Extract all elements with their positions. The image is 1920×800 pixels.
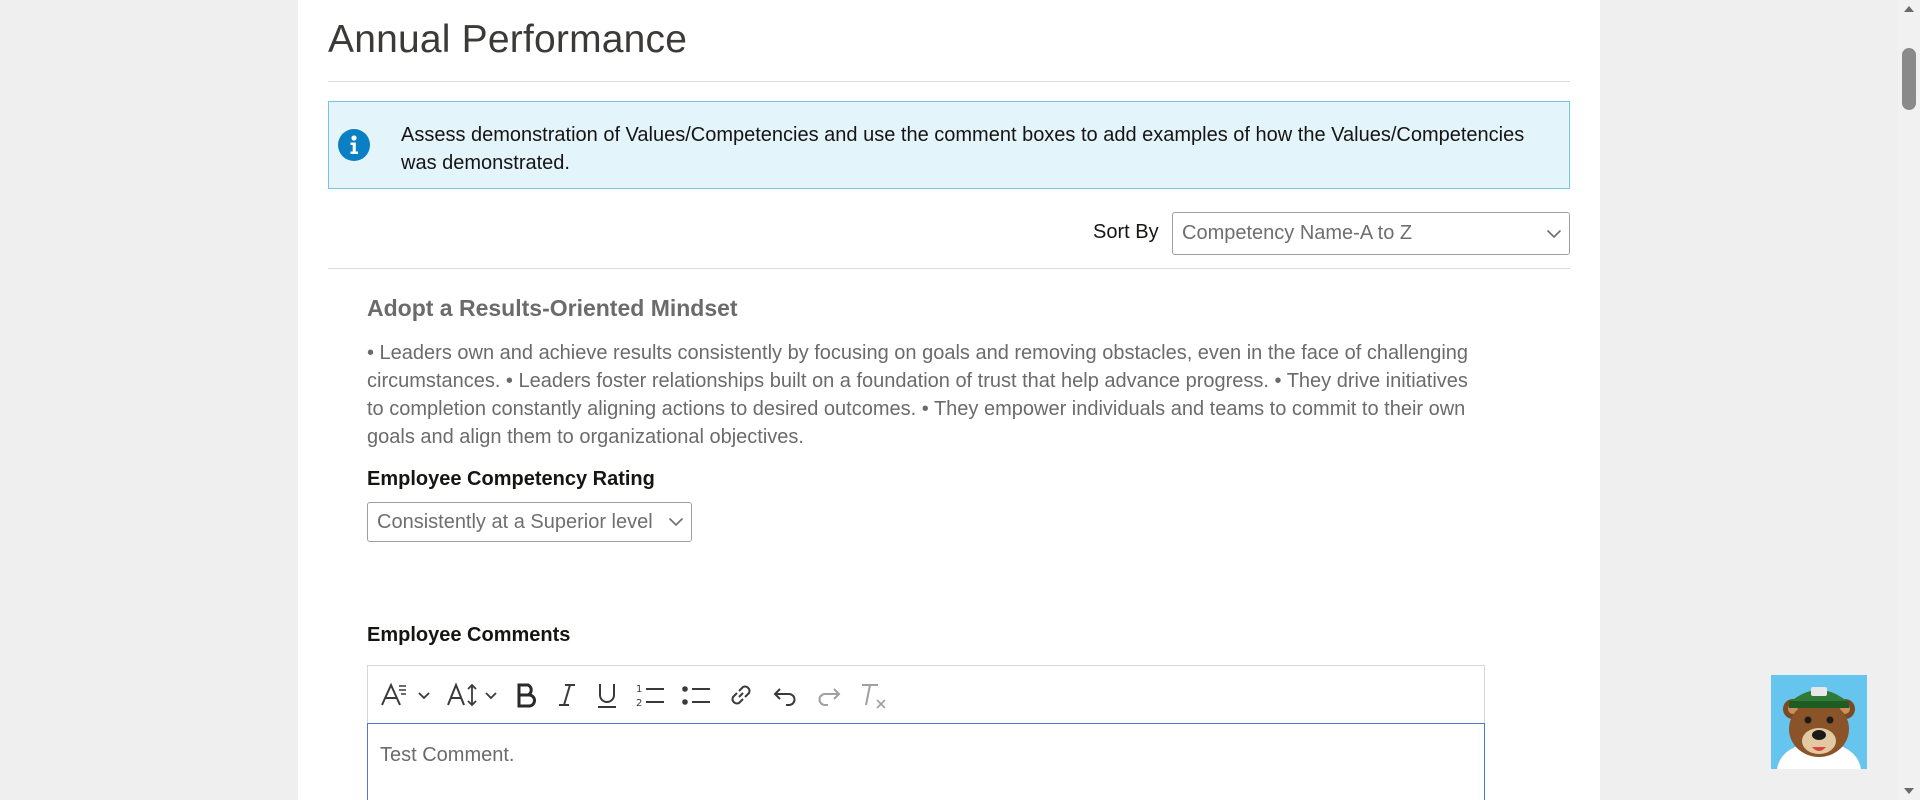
- scrollbar-thumb[interactable]: [1902, 48, 1916, 110]
- sort-by-label: Sort By: [1093, 221, 1159, 243]
- assistant-bear-mascot[interactable]: [1771, 675, 1867, 769]
- italic-icon: [559, 683, 575, 706]
- svg-text:2: 2: [636, 698, 642, 709]
- rating-label: Employee Competency Rating: [367, 468, 655, 490]
- scroll-up-arrow-icon[interactable]: [1898, 0, 1920, 18]
- section-divider: [328, 268, 1570, 269]
- numbered-list-button[interactable]: 1 2: [634, 675, 666, 715]
- competency-rating-select[interactable]: Consistently at a Superior level: [367, 502, 692, 542]
- chevron-down-icon: [661, 503, 691, 541]
- bulleted-list-icon: [682, 685, 710, 705]
- underline-button[interactable]: [594, 675, 620, 715]
- font-size-button[interactable]: [446, 675, 500, 715]
- numbered-list-icon: 1 2: [636, 684, 664, 709]
- font-family-button[interactable]: [380, 675, 432, 715]
- employee-comments-editor[interactable]: Test Comment.: [367, 723, 1485, 800]
- vertical-scrollbar[interactable]: [1898, 0, 1920, 800]
- redo-button[interactable]: [814, 675, 844, 715]
- info-message-box: Assess demonstration of Values/Competenc…: [328, 101, 1570, 189]
- font-size-icon: [447, 681, 497, 706]
- competency-description: • Leaders own and achieve results consis…: [367, 342, 1469, 448]
- bulleted-list-button[interactable]: [680, 675, 712, 715]
- undo-button[interactable]: [770, 675, 800, 715]
- competency-title: Adopt a Results-Oriented Mindset: [367, 295, 738, 321]
- employee-comments-text: Test Comment.: [380, 744, 515, 766]
- page-panel: Annual Performance Assess demonstration …: [298, 0, 1600, 800]
- employee-comments-label: Employee Comments: [367, 624, 571, 646]
- info-message-text: Assess demonstration of Values/Competenc…: [401, 124, 1525, 174]
- font-family-icon: [381, 682, 430, 705]
- rich-text-toolbar: 1 2: [367, 665, 1485, 723]
- competency-rating-value: Consistently at a Superior level: [377, 510, 653, 533]
- link-button[interactable]: [726, 675, 756, 715]
- scroll-down-arrow-icon[interactable]: [1898, 782, 1920, 800]
- italic-button[interactable]: [554, 675, 580, 715]
- link-icon: [731, 685, 751, 704]
- title-divider: [328, 81, 1570, 82]
- clear-formatting-icon: [862, 683, 886, 709]
- underline-icon: [598, 683, 616, 708]
- chevron-down-icon: [1539, 213, 1569, 254]
- clear-formatting-button[interactable]: [858, 675, 890, 715]
- bold-button[interactable]: [514, 675, 540, 715]
- svg-text:1: 1: [636, 684, 642, 695]
- bear-avatar-icon: [1777, 687, 1861, 769]
- undo-icon: [773, 687, 796, 706]
- info-icon: [338, 129, 370, 161]
- bold-icon: [517, 683, 536, 707]
- page-title: Annual Performance: [328, 18, 688, 61]
- sort-by-select[interactable]: Competency Name-A to Z: [1172, 212, 1570, 255]
- sort-by-value: Competency Name-A to Z: [1182, 222, 1413, 244]
- redo-icon: [818, 687, 841, 706]
